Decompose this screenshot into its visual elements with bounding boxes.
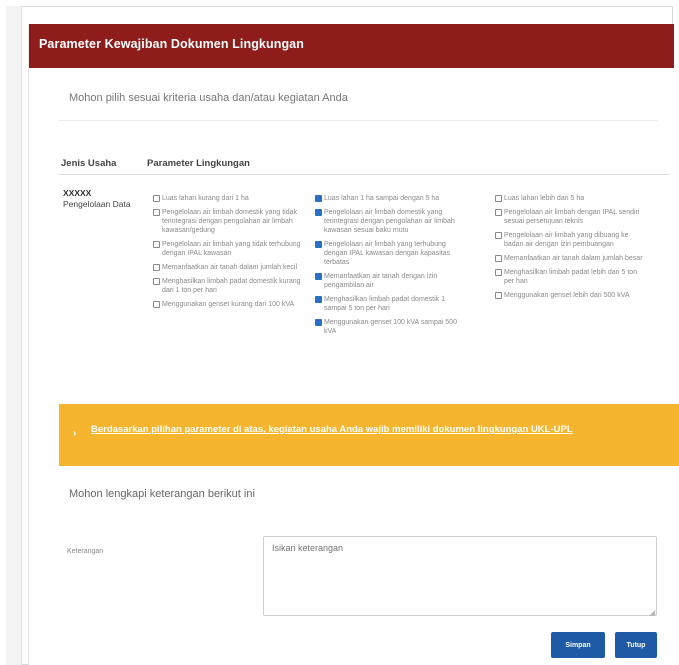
divider	[59, 120, 659, 121]
checkbox[interactable]	[315, 319, 322, 326]
parameter-column-2: Luas lahan 1 ha sampai dengan 5 ha Penge…	[315, 194, 463, 341]
parameter-column-3: Luas lahan lebih dari 5 ha Pengelolaan a…	[495, 194, 643, 305]
parameter-option[interactable]: Pengelolaan air limbah domestik yang ter…	[315, 208, 463, 235]
modal-intro-text: Mohon pilih sesuai kriteria usaha dan/at…	[69, 92, 348, 104]
result-banner: › Berdasarkan pilihan parameter di atas,…	[59, 404, 679, 466]
notes-prompt: Mohon lengkapi keterangan berikut ini	[69, 488, 255, 500]
modal-dialog: Parameter Kewajiban Dokumen Lingkungan M…	[28, 24, 679, 665]
notes-textarea[interactable]	[263, 536, 657, 616]
parameter-option[interactable]: Memanfaatkan air tanah dalam jumlah besa…	[495, 254, 643, 263]
parameter-option[interactable]: Luas lahan 1 ha sampai dengan 5 ha	[315, 194, 463, 203]
save-button[interactable]: Simpan	[551, 632, 605, 658]
checkbox[interactable]	[153, 241, 160, 248]
modal-header: Parameter Kewajiban Dokumen Lingkungan	[29, 24, 674, 68]
parameter-option[interactable]: Menghasilkan limbah padat domestik 1 sam…	[315, 295, 463, 313]
parameter-option[interactable]: Menggunakan genset 100 kVA sampai 500 kV…	[315, 318, 463, 336]
checkbox[interactable]	[315, 209, 322, 216]
parameter-option[interactable]: Memanfaatkan air tanah dalam jumlah keci…	[153, 263, 301, 272]
parameter-option[interactable]: Menggunakan genset lebih dari 500 kVA	[495, 291, 643, 300]
parameter-column-1: Luas lahan kurang dari 1 ha Pengelolaan …	[153, 194, 301, 314]
notes-label: Keterangan	[67, 548, 104, 555]
checkbox[interactable]	[315, 273, 322, 280]
modal-title: Parameter Kewajiban Dokumen Lingkungan	[39, 37, 304, 51]
checkbox[interactable]	[153, 209, 160, 216]
checkbox[interactable]	[495, 232, 502, 239]
checkbox[interactable]	[153, 195, 160, 202]
parameter-option[interactable]: Pengelolaan air limbah yang dibuang ke b…	[495, 231, 643, 249]
checkbox[interactable]	[495, 292, 502, 299]
close-button[interactable]: Tutup	[615, 632, 657, 658]
checkbox[interactable]	[315, 241, 322, 248]
column-header-parameter: Parameter Lingkungan	[147, 158, 250, 169]
parameter-option[interactable]: Luas lahan lebih dari 5 ha	[495, 194, 643, 203]
column-header-jenis-usaha: Jenis Usaha	[61, 158, 117, 169]
parameter-option[interactable]: Pengelolaan air limbah dengan IPAL sendi…	[495, 208, 643, 226]
jenis-usaha-cell: XXXXX Pengelolaan Data	[63, 188, 133, 210]
jenis-usaha-code: XXXXX	[63, 188, 92, 198]
jenis-usaha-name: Pengelolaan Data	[63, 199, 131, 209]
checkbox[interactable]	[315, 195, 322, 202]
resize-handle-icon[interactable]: ◢	[649, 608, 655, 617]
checkbox[interactable]	[495, 209, 502, 216]
checkbox[interactable]	[153, 278, 160, 285]
checkbox[interactable]	[315, 296, 322, 303]
page-side-strip	[6, 6, 22, 665]
parameter-option[interactable]: Pengelolaan air limbah yang tidak terhub…	[153, 240, 301, 258]
parameter-option[interactable]: Pengelolaan air limbah yang terhubung de…	[315, 240, 463, 267]
parameter-option[interactable]: Menghasilkan limbah padat lebih dari 5 t…	[495, 268, 643, 286]
parameter-option[interactable]: Menggunakan genset kurang dari 100 kVA	[153, 300, 301, 309]
table-divider	[59, 174, 669, 175]
parameter-option[interactable]: Memanfaatkan air tanah dengan izin penga…	[315, 272, 463, 290]
parameter-option[interactable]: Luas lahan kurang dari 1 ha	[153, 194, 301, 203]
checkbox[interactable]	[153, 301, 160, 308]
checkbox[interactable]	[495, 255, 502, 262]
checkbox[interactable]	[495, 195, 502, 202]
parameter-option[interactable]: Pengelolaan air limbah domestik yang tid…	[153, 208, 301, 235]
parameter-option[interactable]: Menghasilkan limbah padat domestik kuran…	[153, 277, 301, 295]
info-icon: ›	[73, 428, 77, 439]
result-banner-link[interactable]: Berdasarkan pilihan parameter di atas, k…	[91, 424, 573, 435]
checkbox[interactable]	[153, 264, 160, 271]
checkbox[interactable]	[495, 269, 502, 276]
